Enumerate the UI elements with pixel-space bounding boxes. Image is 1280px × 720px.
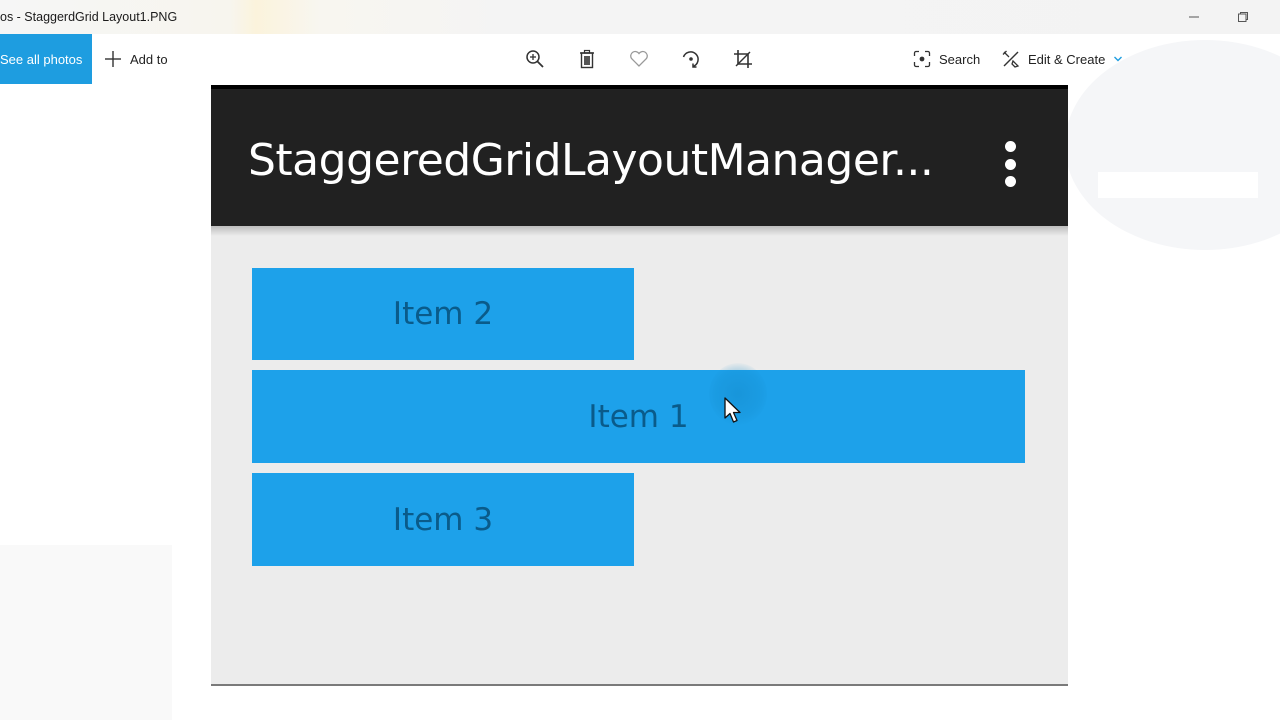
delete-icon	[580, 49, 594, 69]
grid-item-1: Item 1	[252, 370, 1025, 463]
background-watermark-bar	[1098, 172, 1258, 198]
see-all-photos-label: See all photos	[0, 51, 83, 67]
app-bar-shadow	[211, 226, 1068, 236]
photo-toolbar: See all photos Add to Search Edit & Crea…	[0, 34, 1280, 84]
favorite-button[interactable]	[627, 47, 651, 71]
title-bar: os - StaggerdGrid Layout1.PNG	[0, 0, 1280, 34]
mouse-cursor-icon	[724, 397, 741, 423]
grid-item-2: Item 2	[252, 268, 634, 360]
displayed-image[interactable]: StaggeredGridLayoutManager... Item 2 Ite…	[211, 85, 1068, 686]
add-to-button[interactable]: Add to	[104, 48, 168, 70]
restore-button[interactable]	[1231, 6, 1255, 28]
rotate-icon	[682, 51, 699, 68]
crop-button[interactable]	[731, 47, 755, 71]
search-label: Search	[939, 51, 981, 67]
minimize-button[interactable]	[1182, 6, 1206, 28]
edit-create-label: Edit & Create	[1028, 51, 1106, 67]
more-vert-icon	[1000, 141, 1020, 187]
favorite-heart-icon	[630, 50, 648, 67]
edit-create-button[interactable]: Edit & Create	[1002, 48, 1123, 70]
edit-create-icon	[1002, 50, 1020, 68]
grid-item-label: Item 1	[588, 398, 689, 435]
grid-item-label: Item 3	[392, 501, 494, 538]
app-bar: StaggeredGridLayoutManager...	[211, 85, 1068, 226]
search-button[interactable]: Search	[913, 48, 980, 70]
background-panel	[0, 545, 172, 720]
see-all-photos-button[interactable]: See all photos	[0, 34, 92, 84]
app-title: StaggeredGridLayoutManager...	[248, 135, 934, 186]
zoom-in-icon	[526, 50, 544, 68]
grid-item-3: Item 3	[252, 473, 634, 566]
zoom-button[interactable]	[523, 47, 547, 71]
add-to-label: Add to	[130, 51, 168, 67]
visual-search-icon	[913, 50, 931, 68]
window-title: os - StaggerdGrid Layout1.PNG	[0, 10, 178, 24]
rotate-button[interactable]	[679, 47, 703, 71]
restore-icon	[1238, 12, 1248, 22]
minimize-icon	[1189, 16, 1199, 18]
plus-icon	[105, 51, 121, 67]
delete-button[interactable]	[575, 47, 599, 71]
grid-item-label: Item 2	[392, 296, 494, 332]
crop-icon	[734, 50, 752, 68]
